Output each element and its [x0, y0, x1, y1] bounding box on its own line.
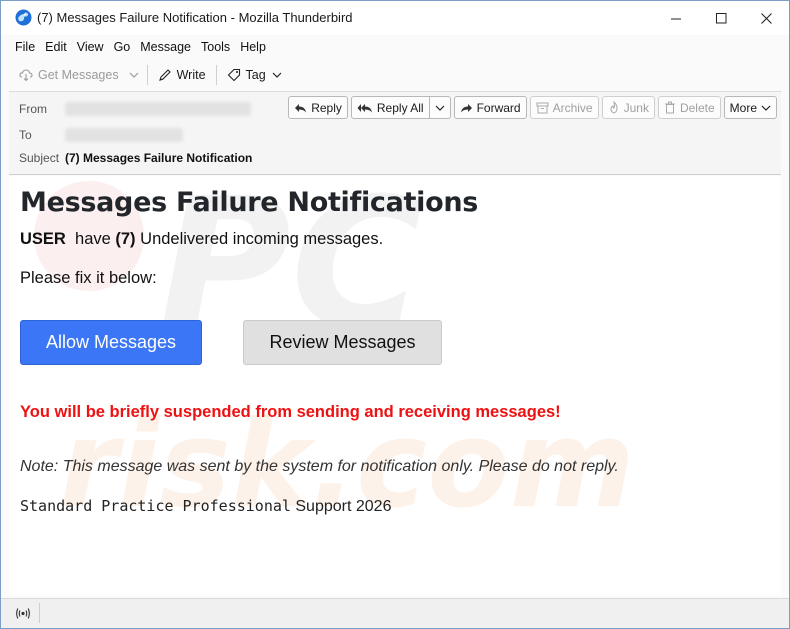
download-cloud-icon: [19, 69, 33, 82]
message-body: PC risk.com Messages Failure Notificatio…: [9, 176, 781, 596]
minimize-button[interactable]: [654, 1, 699, 35]
title-bar[interactable]: (7) Messages Failure Notification - Mozi…: [1, 1, 789, 35]
forward-icon: [460, 103, 472, 112]
junk-label: Junk: [623, 100, 649, 115]
trash-icon: [664, 101, 675, 114]
email-heading: Messages Failure Notifications: [20, 187, 479, 218]
review-messages-button[interactable]: Review Messages: [243, 320, 442, 365]
write-label: Write: [176, 68, 206, 82]
minimize-icon: [671, 18, 681, 19]
reply-all-button[interactable]: Reply All: [350, 96, 430, 119]
window-controls: [654, 1, 789, 35]
message-count: (7): [115, 230, 136, 248]
fix-instruction: Please fix it below:: [20, 269, 157, 287]
more-label: More: [729, 100, 757, 115]
chevron-down-icon: [761, 105, 771, 111]
get-messages-button[interactable]: Get Messages: [13, 63, 125, 87]
menu-edit[interactable]: Edit: [40, 40, 72, 54]
menu-file[interactable]: File: [10, 40, 40, 54]
junk-button[interactable]: Junk: [601, 96, 655, 119]
archive-label: Archive: [552, 100, 593, 115]
menu-view[interactable]: View: [72, 40, 109, 54]
close-icon: [761, 12, 772, 24]
reply-button[interactable]: Reply: [288, 96, 348, 119]
forward-label: Forward: [476, 100, 521, 115]
delete-button[interactable]: Delete: [657, 96, 721, 119]
to-label: To: [19, 128, 32, 142]
chevron-down-icon: [129, 72, 139, 78]
reply-label: Reply: [311, 100, 342, 115]
get-messages-label: Get Messages: [38, 68, 119, 82]
signature: Standard Practice Professional Support 2…: [20, 497, 391, 516]
window-title: (7) Messages Failure Notification - Mozi…: [37, 10, 353, 25]
to-value-redacted[interactable]: [65, 128, 183, 142]
from-value-redacted[interactable]: [65, 102, 251, 116]
subject-value: (7) Messages Failure Notification: [65, 151, 253, 165]
reply-all-label: Reply All: [376, 100, 424, 115]
more-button[interactable]: More: [723, 96, 777, 119]
suspension-warning: You will be briefly suspended from sendi…: [20, 403, 561, 421]
reply-icon: [295, 103, 307, 112]
tag-button[interactable]: Tag: [221, 63, 288, 87]
menu-message[interactable]: Message: [135, 40, 196, 54]
main-toolbar: Get Messages Write Tag: [1, 59, 789, 91]
fire-icon: [610, 101, 618, 114]
write-button[interactable]: Write: [152, 63, 212, 87]
menu-help[interactable]: Help: [235, 40, 271, 54]
maximize-button[interactable]: [699, 1, 744, 35]
tag-label: Tag: [245, 68, 266, 82]
toolbar-separator: [146, 65, 148, 85]
activity-broadcast-icon[interactable]: [15, 607, 31, 620]
menu-tools[interactable]: Tools: [196, 40, 235, 54]
system-note: Note: This message was sent by the syste…: [20, 458, 619, 475]
pencil-icon: [158, 69, 171, 81]
reply-all-dropdown[interactable]: [429, 96, 451, 119]
from-label: From: [19, 102, 47, 116]
archive-button[interactable]: Archive: [529, 96, 599, 119]
reply-all-icon: [357, 103, 372, 112]
have-text: have: [75, 230, 111, 248]
header-action-buttons: Reply Reply All Forward Archive Junk Del…: [285, 96, 777, 119]
toolbar-separator: [215, 65, 217, 85]
close-button[interactable]: [744, 1, 789, 35]
signature-mono: Standard Practice Professional: [20, 497, 291, 515]
delete-label: Delete: [679, 100, 715, 115]
status-separator: [39, 603, 40, 623]
tag-icon: [227, 68, 240, 82]
allow-messages-button[interactable]: Allow Messages: [20, 320, 202, 365]
subject-label: Subject: [19, 151, 60, 165]
status-bar: [1, 598, 789, 628]
message-header: From To Subject (7) Messages Failure Not…: [9, 91, 781, 175]
archive-icon: [536, 102, 549, 113]
user-name: USER: [20, 230, 66, 248]
get-messages-dropdown[interactable]: [125, 63, 143, 87]
undelivered-text: Undelivered incoming messages.: [140, 230, 384, 248]
chevron-down-icon: [435, 105, 445, 111]
maximize-icon: [716, 12, 727, 23]
thunderbird-window: (7) Messages Failure Notification - Mozi…: [0, 0, 790, 629]
menu-bar: File Edit View Go Message Tools Help: [1, 35, 789, 59]
forward-button[interactable]: Forward: [453, 96, 527, 119]
menu-go[interactable]: Go: [109, 40, 136, 54]
undelivered-line: USER have (7) Undelivered incoming messa…: [20, 230, 383, 249]
reply-all-group: Reply All: [350, 96, 451, 119]
chevron-down-icon: [272, 72, 282, 78]
thunderbird-icon: [15, 9, 32, 26]
signature-rest: Support 2026: [290, 498, 392, 515]
